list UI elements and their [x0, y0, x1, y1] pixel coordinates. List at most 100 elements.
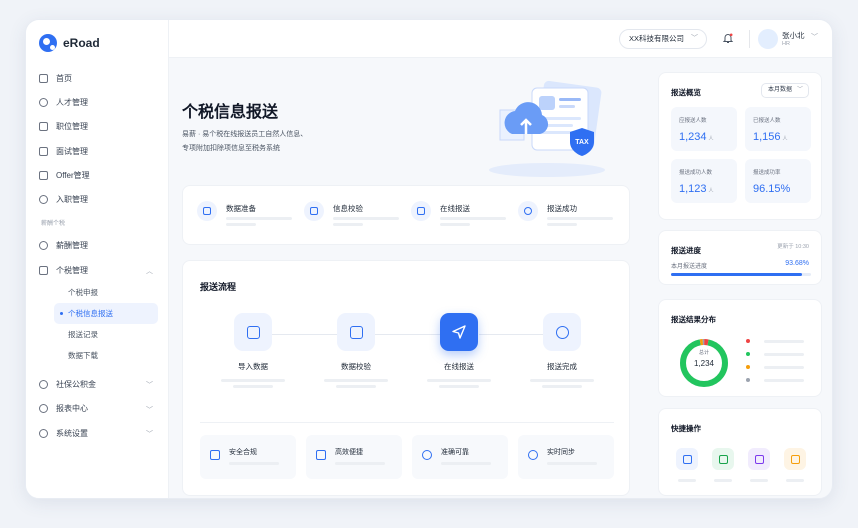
bell-icon[interactable] — [722, 32, 734, 44]
legend-item — [746, 365, 804, 369]
file-search-icon — [337, 313, 375, 351]
quick-action-glyph — [682, 454, 692, 464]
company-selector[interactable]: XX科技有限公司 ﹀ — [619, 29, 708, 49]
legend-placeholder — [764, 378, 804, 382]
progress-steps: 数据准备 信息校验 在线报送 报送成功 — [182, 185, 630, 245]
feature-accurate: 准确可靠 — [412, 435, 508, 479]
check-circle-icon — [518, 201, 538, 221]
overview-title: 报送概览 — [671, 88, 701, 97]
quick-action-glyph — [754, 454, 764, 464]
sidebar-subitem-data-download[interactable]: 数据下载 — [26, 345, 169, 366]
topbar-divider — [749, 30, 750, 48]
legend-dot — [746, 378, 750, 382]
legend-dot — [746, 365, 750, 369]
user-add-icon — [39, 195, 48, 205]
user-role: HR — [782, 41, 790, 47]
chevron-up-icon: ︿ — [146, 268, 153, 276]
avatar[interactable] — [758, 29, 778, 49]
stat-should-report: 应报送人数 1,234 人 — [671, 107, 737, 151]
lightning-icon — [316, 450, 326, 460]
svg-text:TAX: TAX — [575, 139, 589, 146]
donut-total-label: 总计 — [698, 350, 709, 356]
step-online-report: 在线报送 — [411, 201, 506, 231]
progress-bar — [671, 273, 811, 276]
legend-item — [746, 339, 804, 343]
feature-security: 安全合规 — [200, 435, 296, 479]
chevron-down-icon[interactable]: ﹀ — [811, 32, 818, 42]
donut-total-value: 1,234 — [693, 359, 715, 368]
upload-cloud-icon[interactable] — [676, 448, 698, 470]
legend-dot — [746, 339, 750, 343]
progress-title: 报送进度 — [671, 246, 701, 255]
sidebar-subitem-tax-declare[interactable]: 个税申报 — [26, 282, 169, 303]
progress-bar-fill — [671, 273, 803, 276]
sidebar-item-home[interactable]: 首页 — [26, 66, 169, 90]
home-icon — [39, 73, 48, 83]
flow-node-import[interactable]: 导入数据 — [213, 313, 293, 388]
user-name[interactable]: 张小北 — [782, 30, 805, 41]
progress-card: 报送进度 更新于 10:30 本月报送进度 93.68% — [658, 230, 822, 285]
tax-report-illustration-icon: TAX — [489, 80, 605, 177]
users-icon — [39, 97, 48, 107]
send-icon — [440, 313, 478, 351]
period-select[interactable]: 本月数据 ﹀ — [760, 83, 809, 98]
clipboard-icon — [197, 201, 217, 221]
divider — [200, 422, 614, 423]
sidebar-item-interviews[interactable]: 面试管理 — [26, 139, 169, 163]
sidebar: eRoad 首页 人才管理 职位管理 面试管理 Offer管理 入职管理 薪酬个… — [26, 20, 169, 498]
gear-icon — [39, 428, 48, 438]
step-info-check: 信息校验 — [304, 201, 399, 231]
distribution-card: 报送结果分布 总计 1,234 — [658, 299, 822, 397]
progress-updated: 更新于 10:30 — [777, 244, 809, 250]
currency-icon — [39, 241, 48, 251]
legend-item — [746, 378, 804, 382]
flow-node-validate[interactable]: 数据校验 — [316, 313, 396, 388]
distribution-title: 报送结果分布 — [671, 315, 716, 324]
download-cloud-icon[interactable] — [712, 448, 734, 470]
step-report-success: 报送成功 — [518, 201, 613, 231]
pie-chart-icon — [39, 404, 48, 414]
sidebar-item-tax[interactable]: 个税管理 ︿ — [26, 258, 169, 282]
calendar-icon — [39, 146, 48, 156]
quick-action-label-placeholder — [786, 479, 804, 482]
sidebar-subitem-tax-report[interactable]: 个税信息报送 — [54, 303, 158, 325]
app-logo[interactable]: eRoad — [39, 34, 100, 52]
flow-node-report[interactable]: 在线报送 — [419, 313, 499, 388]
sidebar-item-talent[interactable]: 人才管理 — [26, 90, 169, 114]
stat-success-rate: 报送成功率 96.15% — [745, 159, 811, 203]
page-title: 个税信息报送 — [182, 104, 279, 121]
sidebar-item-onboarding[interactable]: 入职管理 — [26, 187, 169, 211]
stat-reported: 已报送人数 1,156 人 — [745, 107, 811, 151]
quick-action-label-placeholder — [714, 479, 732, 482]
stat-success-count: 报送成功人数 1,123 人 — [671, 159, 737, 203]
mail-icon — [39, 170, 48, 180]
quick-action-glyph — [790, 454, 800, 464]
hero-banner: 个税信息报送 易薪 · 易个税在线报送员工自然人信息、 专项附加扣除项信息至税务… — [182, 72, 632, 192]
sidebar-item-reports[interactable]: 报表中心 ﹀ — [26, 397, 169, 421]
check-circle-icon — [543, 313, 581, 351]
document-icon — [39, 265, 48, 275]
book-icon[interactable] — [784, 448, 806, 470]
chevron-down-icon: ﹀ — [146, 382, 153, 390]
legend-dot — [746, 352, 750, 356]
sidebar-item-social-security[interactable]: 社保公积金 ﹀ — [26, 372, 169, 396]
shield-icon — [39, 380, 48, 390]
step-data-prep: 数据准备 — [197, 201, 292, 231]
briefcase-icon — [39, 122, 48, 132]
sidebar-subitem-report-records[interactable]: 报送记录 — [26, 324, 169, 345]
flow-node-complete[interactable]: 报送完成 — [522, 313, 602, 388]
sidebar-item-salary[interactable]: 薪酬管理 — [26, 234, 169, 258]
target-icon — [422, 450, 432, 460]
sidebar-item-positions[interactable]: 职位管理 — [26, 115, 169, 139]
quick-action-label-placeholder — [750, 479, 768, 482]
sync-icon — [528, 450, 538, 460]
chevron-down-icon: ﹀ — [691, 35, 699, 42]
sidebar-group-label: 薪酬个税 — [41, 221, 66, 228]
sidebar-item-settings[interactable]: 系统设置 ﹀ — [26, 421, 169, 445]
progress-value: 93.68% — [785, 260, 809, 267]
quick-actions-title: 快捷操作 — [671, 424, 701, 433]
legend-item — [746, 352, 804, 356]
sidebar-nav: 首页 人才管理 职位管理 面试管理 Offer管理 入职管理 薪酬个税 薪酬管理… — [26, 66, 169, 445]
sidebar-item-offers[interactable]: Offer管理 — [26, 163, 169, 187]
document-icon[interactable] — [748, 448, 770, 470]
